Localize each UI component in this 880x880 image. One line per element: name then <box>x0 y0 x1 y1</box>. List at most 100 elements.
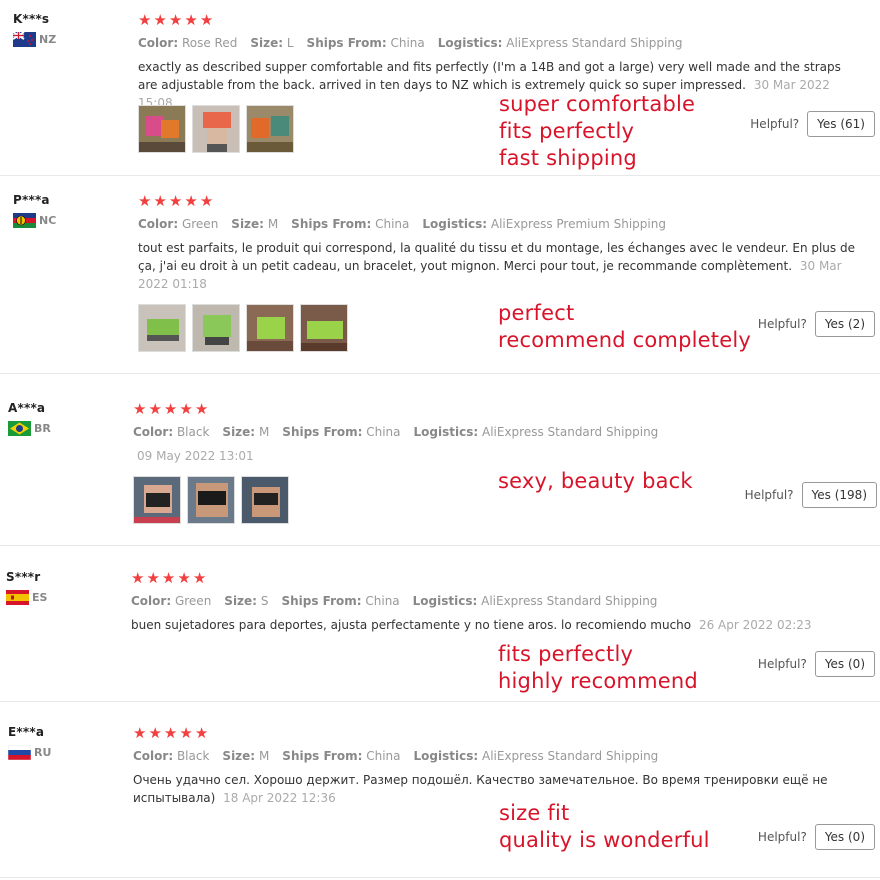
review-item: K***s NZ ★ ★ ★ ★ ★ Color: Rose Red Size: L S… <box>0 0 880 176</box>
annotation-text: fast shipping <box>499 146 637 170</box>
country-code: RU <box>34 746 52 759</box>
review-body: exactly as described supper comfortable … <box>138 60 841 92</box>
review-meta: Color: Rose Red Size: L Ships From: Chin… <box>138 36 858 50</box>
review-photo[interactable] <box>246 304 294 352</box>
star-icon: ★ <box>138 11 152 29</box>
review-content: ★ ★ ★ ★ ★ Color: Black Size: M Ships From: C… <box>133 725 833 807</box>
reviewer-name: S***r <box>6 570 41 584</box>
reviewer-country: NC <box>13 213 56 228</box>
annotation-overlay: fits perfectly highly recommend <box>498 641 698 695</box>
review-text: exactly as described supper comfortable … <box>138 58 858 112</box>
logistics-value: AliExpress Premium Shipping <box>490 217 666 231</box>
helpful-section: Helpful? Yes (61) <box>750 111 875 137</box>
review-photos <box>138 304 348 352</box>
review-photo[interactable] <box>138 105 186 153</box>
annotation-text: size fit <box>499 801 570 825</box>
review-content: ★ ★ ★ ★ ★ Color: Green Size: S Ships From: C… <box>131 570 851 634</box>
helpful-yes-button[interactable]: Yes (0) <box>814 651 875 677</box>
reviewer-name: A***a <box>8 401 46 415</box>
annotation-text: quality is wonderful <box>499 828 710 852</box>
helpful-section: Helpful? Yes (0) <box>758 651 875 677</box>
annotation-text: recommend completely <box>498 328 751 352</box>
annotation-overlay: perfect recommend completely <box>498 300 751 354</box>
flag-br-icon <box>8 421 31 436</box>
review-date: 09 May 2022 13:01 <box>137 449 254 463</box>
star-icon: ★ <box>161 569 176 587</box>
logistics-label: Logistics: <box>413 425 479 439</box>
size-label: Size: <box>250 36 284 50</box>
star-icon: ★ <box>131 569 145 587</box>
review-meta: Color: Black Size: M Ships From: China L… <box>133 425 853 439</box>
review-photos <box>133 476 289 524</box>
flag-nz-icon <box>13 32 36 47</box>
logistics-value: AliExpress Standard Shipping <box>481 749 659 763</box>
annotation-text: perfect <box>498 301 575 325</box>
review-item: A***a BR ★ ★ ★ ★ ★ Color: Black Size: M Ship… <box>0 374 880 546</box>
color-value: Green <box>174 594 212 608</box>
size-value: S <box>260 594 269 608</box>
color-value: Green <box>181 217 219 231</box>
star-rating: ★ ★ ★ ★ ★ <box>131 570 851 586</box>
color-label: Color: <box>133 749 174 763</box>
review-photo[interactable] <box>138 304 186 352</box>
review-photo[interactable] <box>192 304 240 352</box>
annotation-overlay: sexy, beauty back <box>498 468 693 495</box>
review-meta: Color: Green Size: M Ships From: China L… <box>138 217 858 231</box>
reviewer-name: E***a <box>8 725 45 739</box>
ships-from-label: Ships From: <box>306 36 387 50</box>
logistics-label: Logistics: <box>413 749 479 763</box>
helpful-yes-button[interactable]: Yes (198) <box>801 482 877 508</box>
helpful-yes-button[interactable]: Yes (0) <box>814 824 875 850</box>
star-icon: ★ <box>148 400 162 418</box>
annotation-text: highly recommend <box>498 669 698 693</box>
review-content: ★ ★ ★ ★ ★ Color: Black Size: M Ships From: C… <box>133 401 853 465</box>
helpful-label: Helpful? <box>757 317 807 331</box>
helpful-yes-button[interactable]: Yes (2) <box>814 311 875 337</box>
star-icon: ★ <box>133 724 147 742</box>
size-value: L <box>286 36 294 50</box>
star-icon: ★ <box>168 192 183 210</box>
star-icon: ★ <box>163 400 178 418</box>
star-icon: ★ <box>179 400 193 418</box>
size-label: Size: <box>224 594 257 608</box>
star-icon: ★ <box>199 192 214 210</box>
ships-from-value: China <box>375 217 410 231</box>
logistics-label: Logistics: <box>437 36 503 50</box>
helpful-label: Helpful? <box>757 830 807 844</box>
review-photo[interactable] <box>241 476 289 524</box>
review-photo[interactable] <box>246 105 294 153</box>
reviewer-country: ES <box>6 590 47 605</box>
logistics-label: Logistics: <box>412 594 478 608</box>
color-value: Black <box>176 749 210 763</box>
color-value: Black <box>176 425 210 439</box>
review-body: tout est parfaits, le produit qui corres… <box>138 241 855 273</box>
review-photo[interactable] <box>133 476 181 524</box>
star-icon: ★ <box>177 569 191 587</box>
review-photo[interactable] <box>300 304 348 352</box>
ships-from-label: Ships From: <box>291 217 372 231</box>
star-icon: ★ <box>148 724 162 742</box>
star-rating: ★ ★ ★ ★ ★ <box>133 725 833 741</box>
helpful-section: Helpful? Yes (2) <box>758 311 875 337</box>
annotation-overlay: super comfortable fits perfectly fast sh… <box>499 91 695 172</box>
color-label: Color: <box>133 425 174 439</box>
ships-from-value: China <box>390 36 425 50</box>
star-rating: ★ ★ ★ ★ ★ <box>133 401 853 417</box>
review-photo[interactable] <box>187 476 235 524</box>
ships-from-label: Ships From: <box>282 749 363 763</box>
star-icon: ★ <box>192 569 207 587</box>
helpful-label: Helpful? <box>744 488 794 502</box>
reviewer-info: P***a NC <box>13 193 56 228</box>
logistics-value: AliExpress Standard Shipping <box>481 594 658 608</box>
star-icon: ★ <box>184 192 198 210</box>
review-photo[interactable] <box>192 105 240 153</box>
reviewer-country: RU <box>8 745 51 760</box>
helpful-yes-button[interactable]: Yes (61) <box>807 111 875 137</box>
logistics-value: AliExpress Standard Shipping <box>481 425 659 439</box>
star-icon: ★ <box>146 569 160 587</box>
star-icon: ★ <box>163 724 178 742</box>
annotation-text: sexy, beauty back <box>498 469 693 493</box>
flag-ru-icon <box>8 745 31 760</box>
star-icon: ★ <box>168 11 183 29</box>
flag-nc-icon <box>13 213 36 228</box>
